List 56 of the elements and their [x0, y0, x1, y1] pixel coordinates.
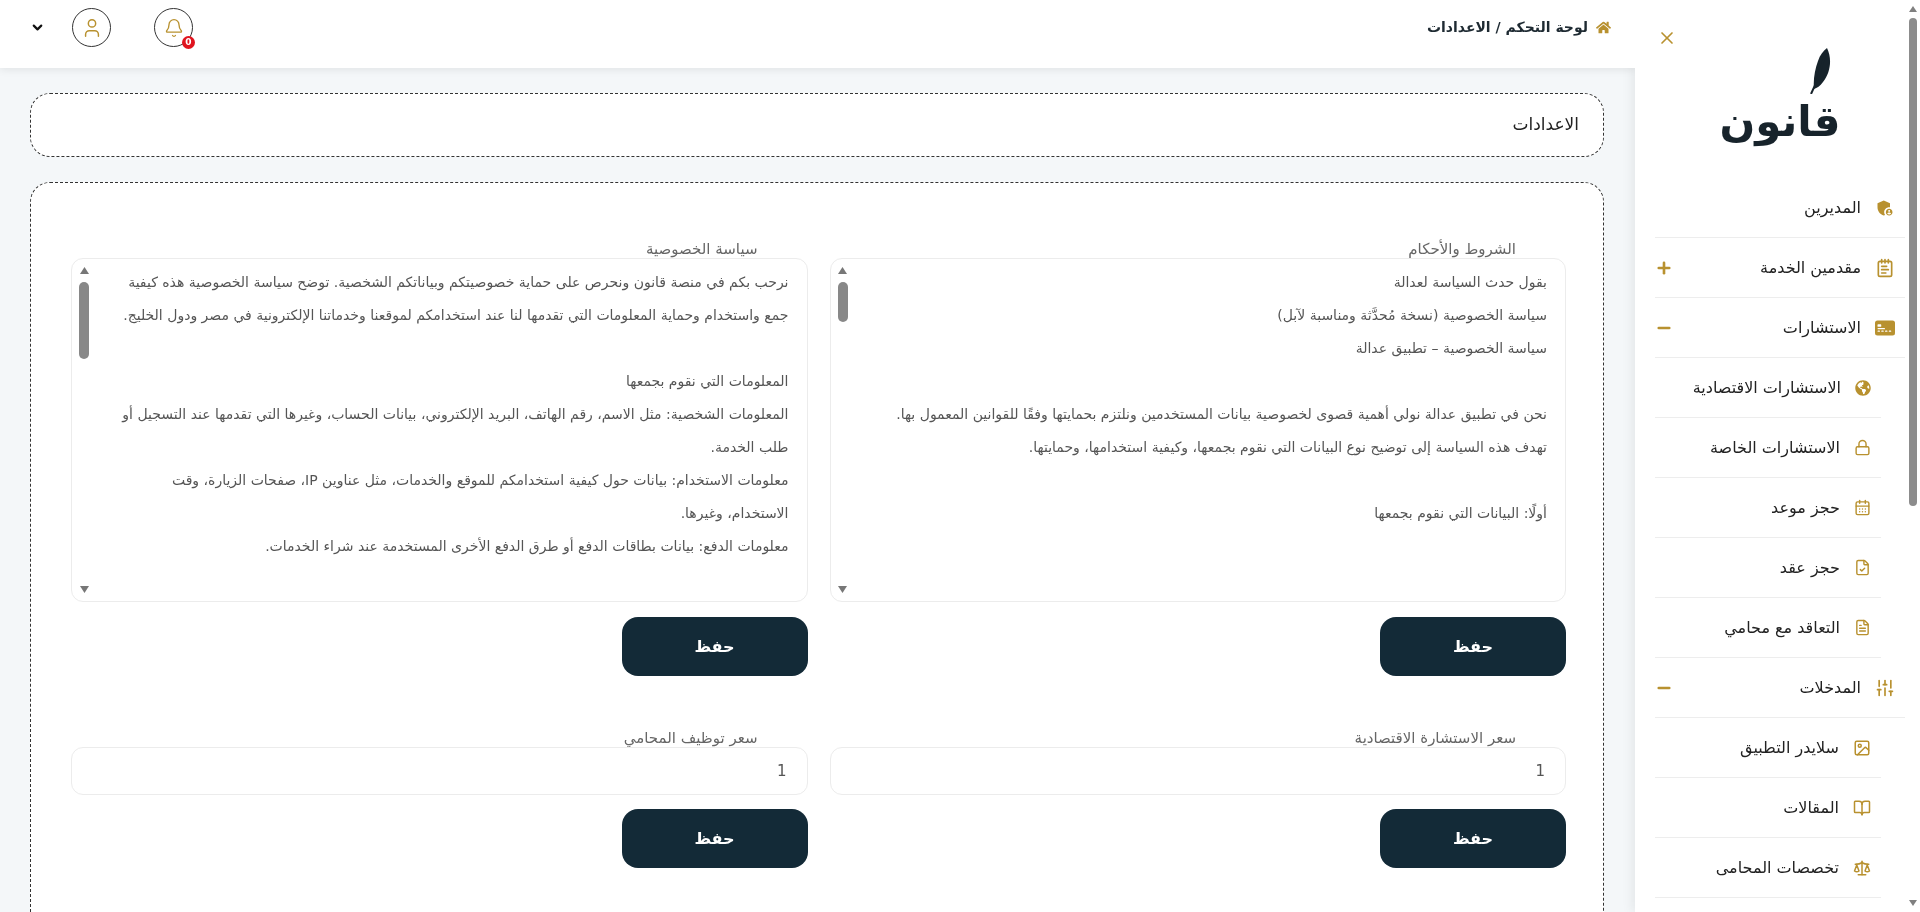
scroll-down-icon[interactable]	[1908, 900, 1917, 906]
sidebar-item[interactable]: الاستشارات	[1655, 298, 1905, 358]
scroll-up-icon[interactable]	[1908, 6, 1917, 12]
save-button[interactable]: حفظ	[621, 617, 808, 676]
notification-badge: 0	[182, 36, 195, 49]
notepad-icon	[1875, 257, 1895, 278]
logo-wordmark: قانون	[1719, 96, 1841, 149]
save-button[interactable]: حفظ	[621, 809, 808, 868]
text-line: نرحب بكم في منصة قانون ونحرص على حماية خصوصيتكم وبياناتكم الشخصية. توضح سياسة الخصوصية هذه كيفية جمع واستخدام وحماية المعلومات التي تقدمها لنا عند استخدامكم لموقعنا وخدماتنا الإلكترونية في مصر ودول الخليج.	[122, 273, 789, 326]
sidebar-item[interactable]: حجز عقد	[1655, 538, 1881, 598]
text-line: أولًا: البيانات التي نقوم بجمعها	[1374, 502, 1547, 524]
text-line: المعلومات الشخصية: مثل الاسم، رقم الهاتف، البريد الإلكتروني، بيانات الحساب، وغيرها التي تقدمها عند التسجيل أو طلب الخدمة.	[120, 404, 789, 457]
scroll-up-icon[interactable]	[838, 267, 847, 274]
save-button[interactable]: حفظ	[1380, 617, 1566, 676]
feather-icon	[1808, 48, 1831, 94]
sliders-icon	[1875, 677, 1895, 698]
page-title: الاعدادات	[1512, 113, 1579, 137]
calendar-icon	[1854, 499, 1871, 516]
lock-icon	[1854, 439, 1871, 456]
sidebar-item[interactable]: مقدمين الخدمة	[1655, 238, 1905, 298]
file-check-icon	[1854, 559, 1871, 576]
text-area-field[interactable]	[829, 258, 1566, 602]
text-line: سياسة الخصوصية – تطبيق عدالة	[1355, 339, 1547, 359]
globe-icon	[1855, 379, 1871, 396]
text-area-field[interactable]	[71, 258, 808, 602]
bell-icon	[163, 17, 184, 38]
scales-icon	[1853, 858, 1871, 877]
breadcrumb: لوحة التحكم / الاعدادات	[1426, 18, 1588, 38]
scrollbar-thumb[interactable]	[837, 282, 848, 322]
scroll-down-icon[interactable]	[838, 586, 847, 593]
scroll-down-icon[interactable]	[79, 586, 89, 593]
sidebar-item[interactable]: المديرين	[1655, 178, 1905, 238]
save-button[interactable]: حفظ	[1380, 809, 1566, 868]
text-line: نحن في تطبيق عدالة نولي أهمية قصوى لخصوصية بيانات المستخدمين ونلتزم بحمايتها وفقًا للقوانين المعمول بها. تهدف هذه السياسة إلى توضيح نوع البيانات التي نقوم بجمعها، وكيفية استخدامها، وحمايتها.	[895, 404, 1547, 458]
sidebar-item[interactable]: سلايدر التطبيق	[1655, 718, 1881, 778]
price-input[interactable]: 1	[829, 747, 1566, 795]
scrollbar-thumb[interactable]	[1908, 18, 1917, 506]
text-line: بقول حدث السياسة لعدالة	[1393, 273, 1547, 293]
text-line: معلومات الاستخدام: بيانات حول كيفية استخدامكم للموقع والخدمات، مثل عناوين IP، صفحات الزيارة، وقت الاستخدام، وغيرها.	[170, 471, 789, 524]
price-input[interactable]: 1	[71, 747, 808, 795]
document-icon	[1854, 619, 1871, 636]
home-icon[interactable]	[1596, 20, 1611, 35]
sidebar-item[interactable]: تخصصات المحامى	[1655, 838, 1881, 898]
sidebar-item[interactable]: المقالات	[1655, 778, 1881, 838]
text-line: المعلومات التي نقوم بجمعها	[625, 372, 789, 392]
open-book-icon	[1853, 798, 1871, 817]
scrollbar-thumb[interactable]	[79, 282, 89, 359]
text-line: سياسة الخصوصية (نسخة مُحدَّثة ومناسبة لآبل)	[1277, 306, 1547, 326]
sidebar-item[interactable]: التعاقد مع محامي	[1655, 598, 1881, 658]
text-line: معلومات الدفع: بيانات بطاقات الدفع أو طرق الدفع الأخرى المستخدمة عند شراء الخدمات.	[265, 536, 789, 557]
sidebar-item[interactable]: المدخلات	[1655, 658, 1905, 718]
sidebar-item[interactable]: حجز موعد	[1655, 478, 1881, 538]
sidebar-item[interactable]: الاستشارات الخاصة	[1655, 418, 1881, 478]
image-icon	[1853, 738, 1871, 757]
sidebar-item[interactable]: الاستشارات الاقتصادية	[1655, 358, 1881, 418]
scroll-up-icon[interactable]	[79, 267, 89, 274]
